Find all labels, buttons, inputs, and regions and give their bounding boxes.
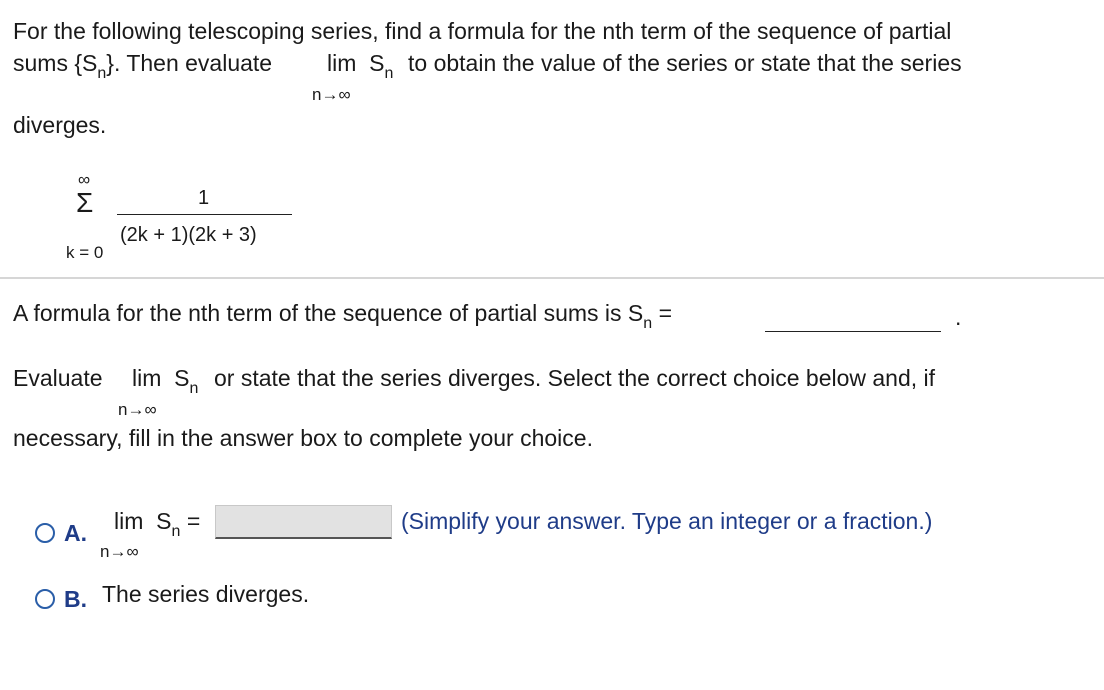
- partial-sum-answer-blank[interactable]: [765, 331, 941, 332]
- series-lower-limit: k = 0: [66, 243, 104, 262]
- series-denominator: (2k + 1)(2k + 3): [120, 224, 257, 246]
- question-line-3: diverges.: [13, 112, 107, 138]
- section-divider: [0, 277, 1104, 279]
- question-lim-sub: n: [384, 65, 394, 82]
- question-lim-text: lim: [327, 50, 357, 76]
- part2-lim-s: S: [174, 365, 190, 391]
- choice-b-letter[interactable]: B.: [64, 586, 87, 613]
- part2-lim-text: lim: [132, 365, 162, 391]
- question-line-2-end: to obtain the value of the series or sta…: [408, 50, 962, 76]
- choice-a-lim-s: S: [156, 508, 172, 534]
- series-numerator: 1: [198, 187, 210, 209]
- part2-evaluate: Evaluate: [13, 365, 103, 391]
- fraction-bar: [117, 214, 292, 215]
- question-lim-s: S: [369, 50, 385, 76]
- part2-rest: or state that the series diverges. Selec…: [214, 365, 936, 391]
- part1-equals: =: [658, 300, 672, 326]
- choice-a-letter[interactable]: A.: [64, 520, 87, 547]
- question-line-2: sums {Sn}. Then evaluate: [13, 49, 273, 82]
- choice-b-text[interactable]: The series diverges.: [102, 580, 309, 608]
- choice-a-lim-sub: n: [171, 523, 181, 540]
- question-text-then: }. Then evaluate: [106, 50, 273, 76]
- part1-prompt: A formula for the nth term of the sequen…: [13, 299, 672, 332]
- part1-sub: n: [643, 315, 653, 332]
- question-text-sums: sums {S: [13, 50, 98, 76]
- limit-answer-input[interactable]: [215, 505, 392, 539]
- choice-a-lim-under: n→∞: [100, 542, 139, 561]
- part2-line-2: necessary, fill in the answer box to com…: [13, 425, 593, 451]
- part1-period: .: [955, 304, 962, 330]
- part1-text: A formula for the nth term of the sequen…: [13, 300, 644, 326]
- choice-a-equals: =: [186, 508, 201, 534]
- choice-b-radio[interactable]: [35, 589, 55, 609]
- question-sub-n: n: [97, 65, 107, 82]
- question-lim-under: n→∞: [312, 85, 351, 104]
- choice-a-lim-text: lim: [114, 508, 144, 534]
- sigma-symbol: Σ: [76, 187, 94, 218]
- question-line-1: For the following telescoping series, fi…: [13, 18, 952, 44]
- part2-lim-under: n→∞: [118, 400, 157, 419]
- choice-a-limit: lim Sn =: [114, 507, 201, 540]
- question-limit: lim Sn: [327, 49, 394, 82]
- part2-lim-sub: n: [189, 380, 199, 397]
- choice-a-radio[interactable]: [35, 523, 55, 543]
- choice-a-hint: (Simplify your answer. Type an integer o…: [401, 508, 933, 534]
- part2-limit: lim Sn: [132, 364, 199, 397]
